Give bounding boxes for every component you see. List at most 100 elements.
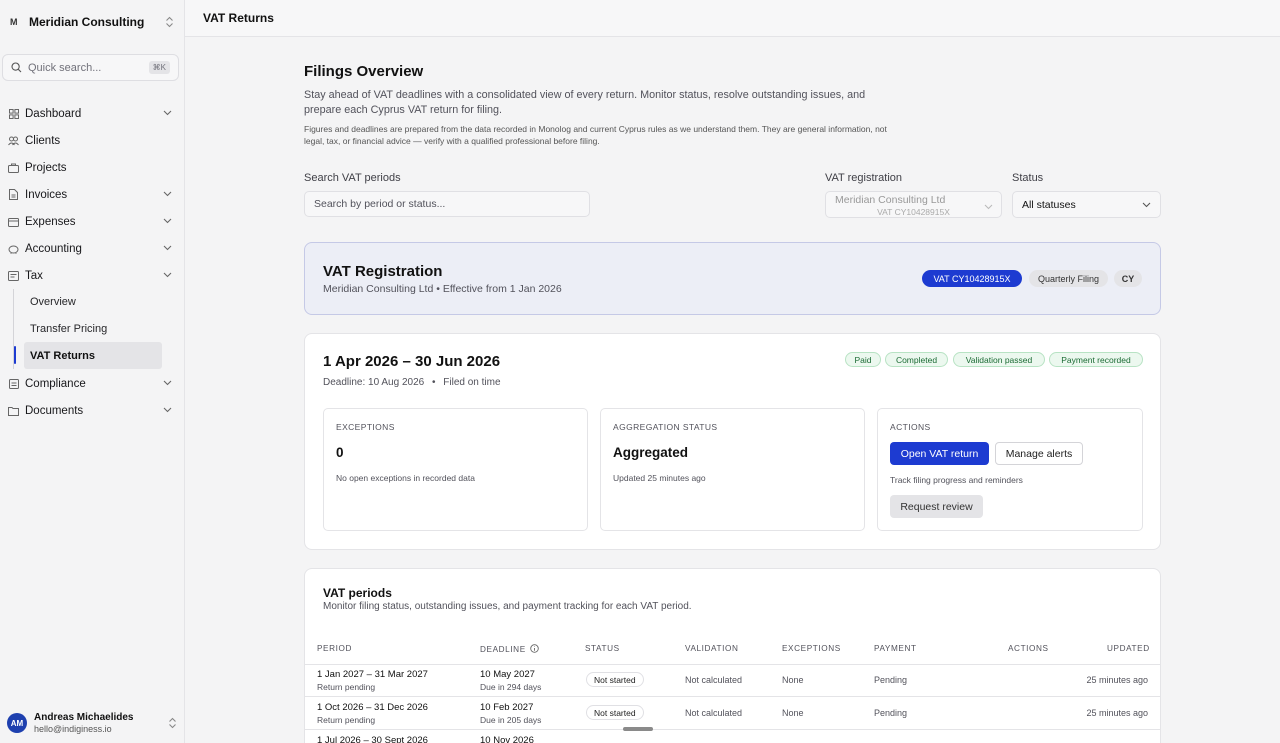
column-header-actions: ACTIONS	[1008, 644, 1049, 653]
sidebar-item-documents[interactable]: Documents	[0, 397, 184, 424]
vat-periods-table-card: VAT periods Monitor filing status, outst…	[304, 568, 1161, 743]
manage-alerts-button[interactable]: Manage alerts	[995, 442, 1083, 465]
search-periods-placeholder: Search by period or status...	[314, 198, 446, 210]
user-menu[interactable]: AM Andreas Michaelides hello@indiginess.…	[7, 708, 177, 738]
scroll-handle[interactable]	[623, 727, 653, 731]
chevron-down-icon	[163, 270, 172, 281]
tax-submenu: Overview Transfer Pricing VAT Returns	[13, 289, 184, 370]
period-title: 1 Apr 2026 – 30 Jun 2026	[323, 353, 501, 370]
sidebar: M Meridian Consulting Quick search... ⌘K…	[0, 0, 185, 743]
country-badge: CY	[1114, 270, 1142, 287]
sidebar-nav: Dashboard Clients Projects Invoices Expe…	[0, 100, 184, 424]
column-header-period: PERIOD	[317, 644, 352, 653]
periods-title: VAT periods	[323, 586, 392, 600]
status-badge-validation: Validation passed	[953, 352, 1045, 367]
exceptions-card: EXCEPTIONS 0 No open exceptions in recor…	[323, 408, 588, 531]
chevron-up-down-icon	[165, 16, 174, 28]
actions-card: ACTIONS Open VAT return Manage alerts Tr…	[877, 408, 1143, 531]
period-deadline-line: Deadline: 10 Aug 2026 • Filed on time	[323, 377, 501, 388]
sidebar-item-label: Accounting	[25, 242, 82, 255]
period-cell: 1 Jan 2027 – 31 Mar 2027	[317, 669, 428, 680]
table-row[interactable]: 1 Jul 2026 – 30 Sept 2026 10 Nov 2026	[305, 730, 1160, 743]
sidebar-item-invoices[interactable]: Invoices	[0, 181, 184, 208]
sidebar-item-label: Expenses	[25, 215, 76, 228]
registration-title: VAT Registration	[323, 263, 443, 280]
search-icon	[11, 62, 22, 73]
receipt-icon	[8, 270, 19, 281]
deadline-cell: 10 Feb 2027	[480, 702, 534, 713]
column-header-exceptions: EXCEPTIONS	[782, 644, 841, 653]
updated-cell: 25 minutes ago	[1086, 708, 1148, 718]
exceptions-note: No open exceptions in recorded data	[336, 473, 475, 483]
chevron-down-icon	[163, 243, 172, 254]
sidebar-item-expenses[interactable]: Expenses	[0, 208, 184, 235]
period-cell: 1 Oct 2026 – 31 Dec 2026	[317, 702, 428, 713]
filing-frequency-badge: Quarterly Filing	[1029, 270, 1108, 287]
chevron-down-icon	[984, 201, 993, 213]
topbar: VAT Returns	[185, 0, 1280, 37]
table-row[interactable]: 1 Oct 2026 – 31 Dec 2026 Return pending …	[305, 697, 1160, 730]
period-note: Return pending	[317, 715, 376, 725]
updated-cell: 25 minutes ago	[1086, 675, 1148, 685]
page-title: VAT Returns	[203, 11, 274, 25]
sidebar-item-accounting[interactable]: Accounting	[0, 235, 184, 262]
org-logo: M	[10, 17, 18, 27]
status-badge-completed: Completed	[885, 352, 948, 367]
search-periods-input[interactable]: Search by period or status...	[304, 191, 590, 217]
overview-description: Stay ahead of VAT deadlines with a conso…	[304, 89, 866, 116]
shortcut-badge: ⌘K	[148, 61, 170, 74]
sidebar-subitem-vat-returns[interactable]: VAT Returns	[14, 342, 162, 370]
exceptions-count: 0	[336, 445, 344, 460]
deadline-note: Due in 205 days	[480, 715, 542, 725]
column-header-deadline[interactable]: DEADLINE	[480, 644, 539, 655]
org-name: Meridian Consulting	[29, 15, 145, 29]
sidebar-item-compliance[interactable]: Compliance	[0, 370, 184, 397]
exceptions-cell: None	[782, 675, 804, 685]
user-info: Andreas Michaelides hello@indiginess.io	[34, 712, 168, 734]
sidebar-item-label: Tax	[25, 269, 43, 282]
separator-dot: •	[431, 377, 436, 388]
status-select[interactable]: All statuses	[1012, 191, 1161, 218]
file-icon	[8, 189, 19, 200]
period-deadline: Deadline: 10 Aug 2026	[323, 377, 425, 388]
period-cell: 1 Jul 2026 – 30 Sept 2026	[317, 735, 428, 743]
user-email: hello@indiginess.io	[34, 724, 112, 734]
user-name: Andreas Michaelides	[34, 712, 134, 723]
request-review-button[interactable]: Request review	[890, 495, 983, 518]
quick-search[interactable]: Quick search... ⌘K	[2, 54, 179, 81]
exceptions-cell: None	[782, 708, 804, 718]
validation-cell: Not calculated	[685, 675, 743, 685]
sidebar-item-dashboard[interactable]: Dashboard	[0, 100, 184, 127]
status-badge: Not started	[586, 672, 644, 687]
org-switcher[interactable]: M Meridian Consulting	[0, 0, 184, 44]
sidebar-item-label: Invoices	[25, 188, 68, 201]
column-header-validation: VALIDATION	[685, 644, 739, 653]
payment-cell: Pending	[874, 675, 908, 685]
vat-registration-select[interactable]: Meridian Consulting Ltd VAT CY10428915X	[825, 191, 1002, 218]
sidebar-item-label: Projects	[25, 161, 67, 174]
validation-cell: Not calculated	[685, 708, 743, 718]
chevron-down-icon	[163, 405, 172, 416]
column-header-updated: UPDATED	[1107, 644, 1150, 653]
chevron-down-icon	[163, 378, 172, 389]
chevron-down-icon	[1142, 199, 1151, 211]
status-badge: Not started	[586, 705, 644, 720]
payment-cell: Pending	[874, 708, 908, 718]
wallet-icon	[8, 216, 19, 227]
search-periods-label: Search VAT periods	[304, 172, 401, 184]
aggregation-note: Updated 25 minutes ago	[613, 473, 706, 483]
users-icon	[8, 135, 19, 146]
sidebar-subitem-overview[interactable]: Overview	[24, 289, 162, 316]
vat-registration-value: Meridian Consulting Ltd	[835, 194, 946, 206]
sidebar-item-tax[interactable]: Tax	[0, 262, 184, 289]
sidebar-item-clients[interactable]: Clients	[0, 127, 184, 154]
sidebar-subitem-transfer-pricing[interactable]: Transfer Pricing	[24, 316, 162, 343]
column-header-status: STATUS	[585, 644, 620, 653]
exceptions-heading: EXCEPTIONS	[336, 422, 395, 432]
folder-icon	[8, 405, 19, 416]
avatar: AM	[7, 713, 27, 733]
sidebar-item-projects[interactable]: Projects	[0, 154, 184, 181]
deadline-cell: 10 Nov 2026	[480, 735, 534, 743]
table-row[interactable]: 1 Jan 2027 – 31 Mar 2027 Return pending …	[305, 664, 1160, 697]
open-vat-return-button[interactable]: Open VAT return	[890, 442, 989, 465]
